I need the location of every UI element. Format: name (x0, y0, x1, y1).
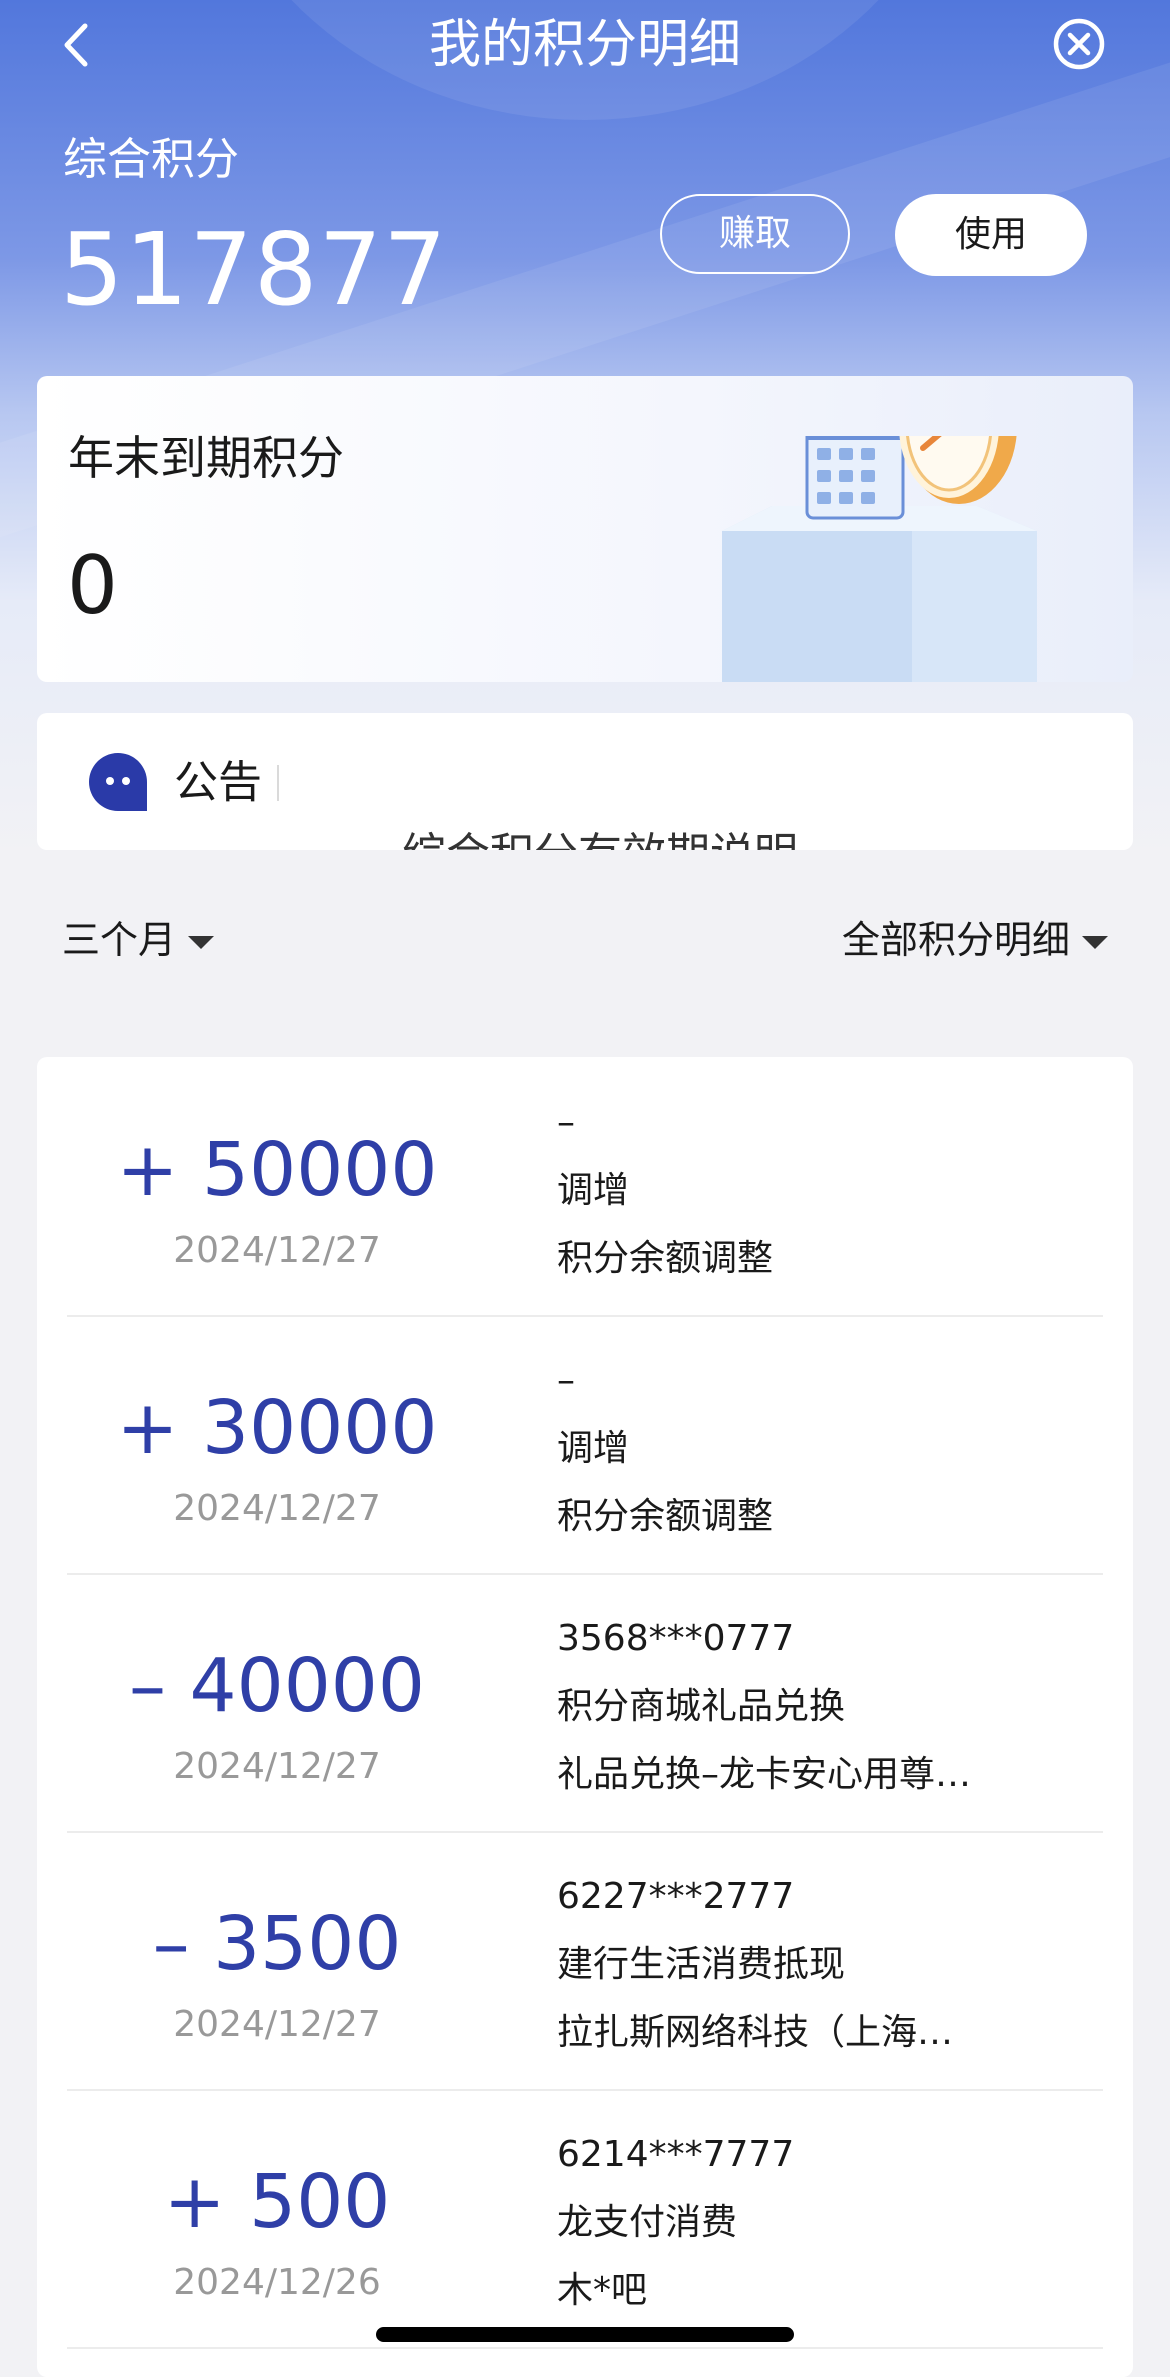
transaction-amount: + 50000 (116, 1127, 438, 1213)
notice-bubble-icon (89, 753, 147, 811)
transaction-date: 2024/12/27 (173, 1488, 381, 1529)
transaction-type: 建行生活消费抵现 (557, 1944, 846, 1985)
notice-label: 公告 (174, 757, 262, 808)
transaction-row[interactable]: + 500 2024/12/26 6214***7777 龙支付消费 木*吧 (67, 2089, 1103, 2349)
transaction-type: 调增 (557, 1170, 630, 1211)
transaction-date: 2024/12/27 (173, 1746, 381, 1787)
transaction-account: – (557, 1360, 575, 1401)
calendar-clock-icon (722, 436, 1037, 682)
transaction-row[interactable]: + 50000 2024/12/27 – 调增 积分余额调整 (67, 1057, 1103, 1317)
caret-down-icon (1082, 936, 1108, 949)
expiring-points-value: 0 (67, 539, 118, 632)
expiring-points-card: 年末到期积分 0 (37, 376, 1133, 682)
period-filter-label: 三个月 (62, 918, 177, 962)
close-circle-icon (1053, 18, 1105, 70)
type-filter-dropdown[interactable]: 全部积分明细 (842, 912, 1108, 968)
total-points-value: 517877 (60, 211, 448, 328)
notice-divider (277, 765, 279, 801)
notice-scrolling-text[interactable]: 综合积分有效期说明 (402, 825, 798, 850)
transaction-row[interactable]: + 30000 2024/12/27 – 调增 积分余额调整 (67, 1315, 1103, 1575)
transaction-date: 2024/12/26 (173, 2262, 381, 2303)
earn-button[interactable]: 赚取 (660, 194, 850, 274)
transaction-row[interactable]: – 40000 2024/12/27 3568***0777 积分商城礼品兑换 … (67, 1573, 1103, 1833)
period-filter-dropdown[interactable]: 三个月 (62, 912, 215, 968)
transaction-description: 积分余额调整 (557, 1496, 774, 1537)
transaction-type: 调增 (557, 1428, 630, 1469)
transaction-description: 积分余额调整 (557, 1238, 774, 1279)
transaction-type: 龙支付消费 (557, 2202, 738, 2243)
transaction-date: 2024/12/27 (173, 1230, 381, 1271)
transaction-description: 拉扎斯网络科技（上海… (557, 2012, 954, 2053)
transaction-description: 礼品兑换–龙卡安心用尊… (557, 1754, 972, 1795)
page-title: 我的积分明细 (428, 15, 741, 75)
notice-bar[interactable]: 公告 综合积分有效期说明 (37, 713, 1133, 850)
use-button[interactable]: 使用 (895, 194, 1087, 276)
transaction-date: 2024/12/27 (173, 2004, 381, 2045)
home-indicator[interactable] (376, 2327, 794, 2342)
transaction-amount: + 30000 (116, 1385, 438, 1471)
transaction-account: 6214***7777 (557, 2134, 795, 2175)
transaction-type: 积分商城礼品兑换 (557, 1686, 846, 1727)
transaction-amount: – 40000 (129, 1643, 425, 1729)
transaction-amount: – 3500 (152, 1901, 402, 1987)
transaction-account: – (557, 1102, 575, 1143)
transaction-description: 木*吧 (557, 2270, 648, 2311)
type-filter-label: 全部积分明细 (841, 918, 1070, 962)
transaction-row[interactable]: – 3500 2024/12/27 6227***2777 建行生活消费抵现 拉… (67, 1831, 1103, 2091)
total-points-label: 综合积分 (63, 134, 239, 185)
expiring-points-label: 年末到期积分 (68, 431, 344, 485)
transaction-list: + 50000 2024/12/27 – 调增 积分余额调整 + 30000 2… (37, 1057, 1133, 2377)
close-button[interactable] (1052, 17, 1106, 71)
transaction-account: 3568***0777 (557, 1618, 795, 1659)
transaction-amount: + 500 (163, 2159, 391, 2245)
transaction-account: 6227***2777 (557, 1876, 795, 1917)
caret-down-icon (188, 936, 215, 949)
